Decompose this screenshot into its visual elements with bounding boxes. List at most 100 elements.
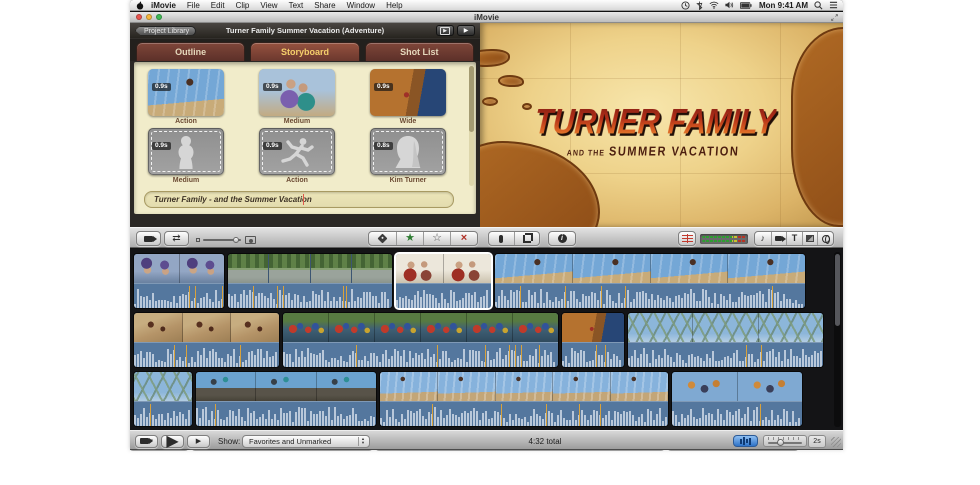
waveform-toggle-button[interactable] <box>733 435 758 447</box>
waveform-bar <box>679 355 681 367</box>
menu-item-view[interactable]: View <box>260 1 277 10</box>
fullscreen-icon[interactable] <box>831 14 838 21</box>
waveform-bar <box>212 302 214 308</box>
battery-icon[interactable] <box>740 2 752 9</box>
waveform-bar <box>536 414 538 426</box>
maps-browser-button[interactable] <box>817 232 833 245</box>
viewer-preview[interactable]: TURNER FAMILY AND THESUMMER VACATION <box>480 23 843 227</box>
bluetooth-icon[interactable] <box>696 1 703 10</box>
tab-storyboard[interactable]: Storyboard <box>250 42 359 61</box>
reject-button[interactable]: × <box>450 232 477 245</box>
scrollbar-thumb[interactable] <box>469 66 474 132</box>
transitions-browser-button[interactable] <box>802 232 818 245</box>
menu-item-window[interactable]: Window <box>347 1 375 10</box>
show-filter-dropdown[interactable]: Favorites and Unmarked ▴▾ <box>242 435 370 448</box>
play-in-window-button[interactable]: ▶ <box>161 435 184 448</box>
crop-button[interactable] <box>514 232 539 245</box>
voiceover-button[interactable] <box>489 232 514 245</box>
menu-item-file[interactable]: File <box>187 1 200 10</box>
notification-list-icon[interactable] <box>829 1 838 9</box>
volume-icon[interactable] <box>725 1 734 9</box>
play-fullscreen-button[interactable]: ▶ <box>457 25 475 36</box>
slider-thumb[interactable] <box>233 237 239 243</box>
project-library-back-button[interactable]: Project Library <box>135 26 196 36</box>
video-clip[interactable] <box>562 313 624 367</box>
menu-clock[interactable]: Mon 9:41 AM <box>759 1 808 10</box>
menu-item-edit[interactable]: Edit <box>211 1 225 10</box>
window-resize-grip[interactable] <box>831 437 841 447</box>
waveform-bar <box>684 418 686 426</box>
video-clip[interactable] <box>283 313 558 367</box>
play-button[interactable]: ▶ <box>187 435 210 448</box>
favorite-button[interactable]: ★ <box>396 232 423 245</box>
tab-outline[interactable]: Outline <box>136 42 245 61</box>
shot-thumbnail[interactable]: 0.9s <box>259 69 335 116</box>
timeline-scrollbar[interactable] <box>834 252 841 427</box>
video-clip[interactable] <box>672 372 802 426</box>
apple-logo-icon[interactable] <box>136 1 144 10</box>
menu-item-help[interactable]: Help <box>386 1 402 10</box>
titles-browser-button[interactable]: T <box>786 232 802 245</box>
slider-thumb[interactable] <box>777 439 784 446</box>
shot-thumbnail[interactable]: 0.9s <box>370 69 446 116</box>
storyboard-cell[interactable]: 0.9sWide <box>370 69 446 125</box>
clock-icon[interactable] <box>681 1 690 10</box>
wifi-icon[interactable] <box>709 1 719 9</box>
waveform-bar <box>726 300 728 308</box>
storyboard-cell[interactable]: 0.9sAction <box>259 128 335 184</box>
thumbnail-size-slider[interactable] <box>196 236 256 244</box>
video-clip[interactable] <box>495 254 805 308</box>
waveform-bar <box>582 294 584 308</box>
waveform-marker <box>356 345 357 367</box>
storyboard-cell[interactable]: 0.9sAction <box>148 69 224 125</box>
shot-placeholder[interactable]: 0.8s <box>370 128 446 175</box>
video-clip[interactable] <box>380 372 668 426</box>
video-clip[interactable] <box>196 372 376 426</box>
camera-import-button[interactable] <box>136 231 161 246</box>
inspector-button[interactable]: i <box>548 231 576 246</box>
video-clip[interactable] <box>228 254 392 308</box>
waveform-marker <box>761 345 762 367</box>
waveform-bar <box>609 295 611 308</box>
unmark-button[interactable]: ☆ <box>423 232 450 245</box>
video-clip[interactable] <box>396 254 491 308</box>
clip-zoom-slider[interactable] <box>763 435 807 447</box>
storyboard-cell[interactable]: 0.9sMedium <box>148 128 224 184</box>
camera-toggle-button[interactable]: ▾ <box>135 435 158 448</box>
storyboard-cell[interactable]: 0.9sMedium <box>259 69 335 125</box>
storyboard-scrollbar[interactable] <box>469 66 474 186</box>
waveform-bar <box>576 299 578 308</box>
timeline-scrollbar-thumb[interactable] <box>835 254 840 326</box>
spotlight-search-icon[interactable] <box>814 1 823 10</box>
menu-item-text[interactable]: Text <box>289 1 304 10</box>
shot-placeholder[interactable]: 0.9s <box>148 128 224 175</box>
menu-item-imovie[interactable]: iMovie <box>151 1 176 10</box>
video-clip[interactable] <box>134 313 279 367</box>
photo-browser-button[interactable] <box>771 232 787 245</box>
waveform-bar <box>621 303 623 308</box>
shot-placeholder[interactable]: 0.9s <box>259 128 335 175</box>
waveform-bar <box>648 299 650 308</box>
keyword-tag-button[interactable] <box>369 232 396 245</box>
tab-shot-list[interactable]: Shot List <box>365 42 474 61</box>
waveform-bar <box>507 300 509 308</box>
title-caption-input[interactable]: Turner Family - and the Summer Vacation <box>144 191 454 208</box>
window-title-bar[interactable]: iMovie <box>130 12 843 23</box>
waveform-bar <box>379 362 381 367</box>
swap-events-button[interactable]: ⇄ <box>164 231 189 246</box>
waveform-marker <box>343 286 344 308</box>
menu-item-share[interactable]: Share <box>314 1 335 10</box>
slider-track[interactable] <box>203 239 241 241</box>
video-clip[interactable] <box>134 372 192 426</box>
storyboard-cell[interactable]: 0.8sKim Turner <box>370 128 446 184</box>
waveform-bar <box>532 356 534 367</box>
menu-item-clip[interactable]: Clip <box>236 1 250 10</box>
play-in-window-button[interactable]: ▶ <box>436 25 454 36</box>
video-clip[interactable] <box>628 313 823 367</box>
waveform-bar <box>606 290 608 308</box>
music-browser-button[interactable]: ♪ <box>755 232 771 245</box>
waveform-bar <box>783 409 785 426</box>
shot-thumbnail[interactable]: 0.9s <box>148 69 224 116</box>
video-clip[interactable] <box>134 254 224 308</box>
audio-skim-button[interactable] <box>678 231 696 246</box>
